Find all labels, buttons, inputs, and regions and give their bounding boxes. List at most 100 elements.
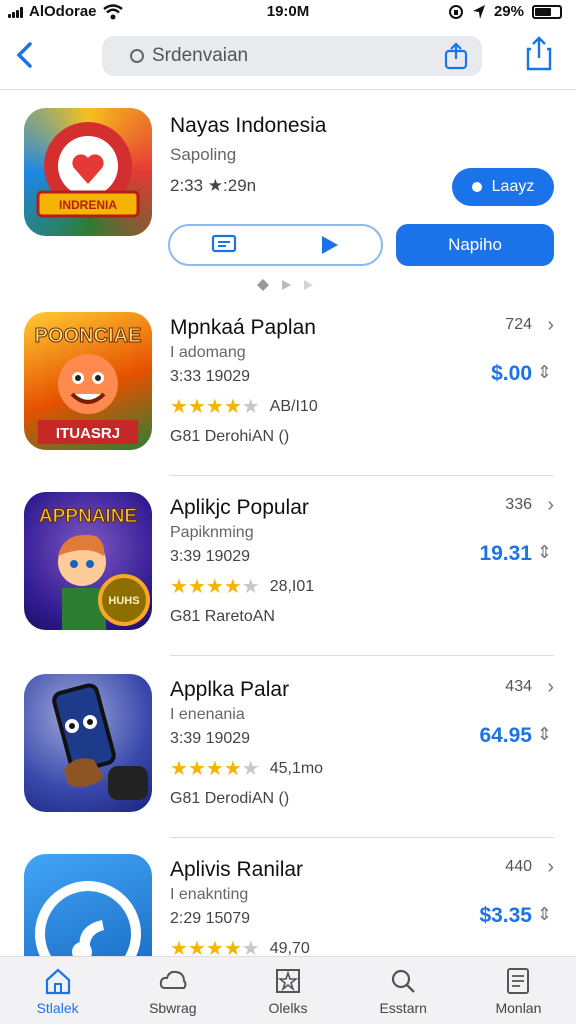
nav-bar: Srdenvaian bbox=[0, 28, 576, 90]
search-icon bbox=[392, 969, 416, 993]
app-subtitle: Papiknming bbox=[170, 524, 254, 541]
tab-home[interactable]: Stlalek bbox=[0, 957, 115, 1024]
featured-media-button[interactable] bbox=[168, 224, 383, 266]
status-right: 29% bbox=[448, 3, 562, 20]
page-dot-active-icon bbox=[257, 279, 269, 291]
page-indicator[interactable] bbox=[256, 278, 314, 292]
app-footer: G81 RaretoAN bbox=[170, 608, 275, 625]
document-icon bbox=[507, 967, 530, 994]
battery-icon bbox=[532, 4, 562, 19]
app-meta: 2:29 15079 bbox=[170, 910, 251, 927]
app-title[interactable]: Aplikjc Popular bbox=[170, 496, 309, 520]
star-map-icon bbox=[276, 968, 300, 993]
sort-icon[interactable]: ⇕ bbox=[537, 904, 552, 925]
page-dot-icon bbox=[282, 280, 291, 290]
tab-label: Olelks bbox=[268, 999, 308, 1016]
app-number: 434 bbox=[505, 678, 532, 695]
app-number: 724 bbox=[505, 316, 532, 333]
app-icon[interactable]: APPNAINE HUHS bbox=[24, 492, 152, 630]
rating-count: 49,70 bbox=[269, 939, 310, 957]
price-button[interactable]: $.00 bbox=[491, 362, 532, 386]
search-field[interactable]: Srdenvaian bbox=[102, 36, 482, 76]
star-icon: ★ bbox=[170, 576, 188, 598]
app-icon-caption: HUHS bbox=[108, 595, 139, 607]
location-icon bbox=[472, 4, 485, 19]
star-icon: ★ bbox=[187, 758, 206, 780]
rating-count: 45,1mo bbox=[269, 759, 324, 777]
search-placeholder: Srdenvaian bbox=[152, 45, 249, 66]
featured-icon-banner: INDRENIA bbox=[59, 198, 117, 212]
divider bbox=[170, 655, 554, 656]
star-icon: ★ bbox=[170, 396, 188, 418]
star-icon: ★ bbox=[187, 396, 206, 418]
page-dot-icon bbox=[304, 280, 313, 290]
star-icon: ★ bbox=[170, 758, 188, 780]
rating-count: AB/I10 bbox=[269, 397, 318, 415]
tab-explore[interactable]: Olelks bbox=[230, 957, 345, 1024]
tab-label: Stlalek bbox=[36, 999, 79, 1016]
featured-pill-label: Laayz bbox=[491, 178, 535, 195]
featured-subtitle: Sapoling bbox=[170, 145, 237, 164]
star-icon: ★ bbox=[223, 576, 242, 598]
dot-icon bbox=[471, 182, 482, 192]
sort-icon[interactable]: ⇕ bbox=[537, 724, 552, 745]
house-icon bbox=[45, 968, 70, 994]
featured-app: INDRENIA Nayas Indonesia Sapoling 2:33 ★… bbox=[0, 92, 576, 292]
chevron-right-icon[interactable]: › bbox=[547, 856, 554, 879]
app-footer: G81 DerohiAN () bbox=[170, 428, 290, 445]
app-icon[interactable] bbox=[24, 674, 152, 812]
tab-label: Esstarn bbox=[379, 999, 427, 1016]
sort-icon[interactable]: ⇕ bbox=[537, 542, 552, 563]
tab-label: Sbwrag bbox=[149, 999, 197, 1016]
app-meta: 3:33 19029 bbox=[170, 368, 251, 385]
back-chevron-icon[interactable] bbox=[12, 40, 38, 70]
list-item[interactable]: POONCIAE ITUASRJ Mpnkaá Paplan I adomang… bbox=[0, 296, 576, 476]
search-icon bbox=[130, 49, 144, 63]
featured-title[interactable]: Nayas Indonesia bbox=[170, 114, 326, 138]
play-icon[interactable] bbox=[318, 234, 340, 256]
app-title[interactable]: Aplivis Ranilar bbox=[170, 858, 303, 882]
star-icon: ★ bbox=[187, 576, 206, 598]
app-subtitle: I enaknting bbox=[170, 886, 249, 903]
rating-stars: ★ ★ ★ ★ ★ 45,1mo bbox=[170, 756, 323, 781]
app-icon-text: POONCIAE bbox=[35, 325, 142, 347]
tab-bar: Stlalek Sbwrag Olelks Esstarn Monlan bbox=[0, 956, 576, 1024]
price-button[interactable]: $3.35 bbox=[479, 904, 532, 928]
list-item[interactable]: Aplivis Ranilar I enaknting 2:29 15079 ★… bbox=[0, 838, 576, 992]
tab-label: Monlan bbox=[495, 999, 542, 1016]
app-number: 440 bbox=[505, 858, 532, 875]
star-empty-icon: ★ bbox=[241, 396, 260, 418]
tab-cloud[interactable]: Sbwrag bbox=[115, 957, 230, 1024]
app-icon[interactable]: POONCIAE ITUASRJ bbox=[24, 312, 152, 450]
star-icon: ★ bbox=[223, 758, 242, 780]
rating-stars: ★ ★ ★ ★ ★ 28,I01 bbox=[170, 574, 314, 599]
chevron-right-icon[interactable]: › bbox=[547, 494, 554, 517]
app-title[interactable]: Mpnkaá Paplan bbox=[170, 316, 316, 340]
price-button[interactable]: 19.31 bbox=[479, 542, 532, 566]
app-subtitle: I adomang bbox=[170, 344, 246, 361]
share-button-icon[interactable] bbox=[524, 36, 554, 72]
rating-stars: ★ ★ ★ ★ ★ AB/I10 bbox=[170, 394, 318, 419]
chevron-right-icon[interactable]: › bbox=[547, 676, 554, 699]
chevron-right-icon[interactable]: › bbox=[547, 314, 554, 337]
price-button[interactable]: 64.95 bbox=[479, 724, 532, 748]
star-icon: ★ bbox=[205, 576, 224, 598]
share-icon[interactable] bbox=[442, 42, 470, 70]
tab-search[interactable]: Esstarn bbox=[346, 957, 461, 1024]
list-item[interactable]: APPNAINE HUHS Aplikjc Popular Papiknming… bbox=[0, 476, 576, 656]
rating-count: 28,I01 bbox=[269, 577, 315, 595]
app-subtitle: I enenania bbox=[170, 706, 245, 723]
list-item[interactable]: Applka Palar I enenania 3:39 19029 ★ ★ ★ ★ ★… bbox=[0, 658, 576, 838]
star-empty-icon: ★ bbox=[241, 576, 260, 598]
tab-more[interactable]: Monlan bbox=[461, 957, 576, 1024]
star-icon: ★ bbox=[223, 396, 242, 418]
featured-pill-button[interactable]: Laayz bbox=[452, 168, 554, 206]
app-icon-caption: ITUASRJ bbox=[56, 425, 120, 442]
app-title[interactable]: Applka Palar bbox=[170, 678, 289, 702]
message-icon[interactable] bbox=[211, 234, 237, 256]
featured-primary-button[interactable]: Napiho bbox=[396, 224, 554, 266]
sort-icon[interactable]: ⇕ bbox=[537, 362, 552, 383]
star-empty-icon: ★ bbox=[241, 758, 260, 780]
featured-app-icon[interactable]: INDRENIA bbox=[24, 108, 152, 236]
app-footer: G81 DerodiAN () bbox=[170, 790, 290, 807]
